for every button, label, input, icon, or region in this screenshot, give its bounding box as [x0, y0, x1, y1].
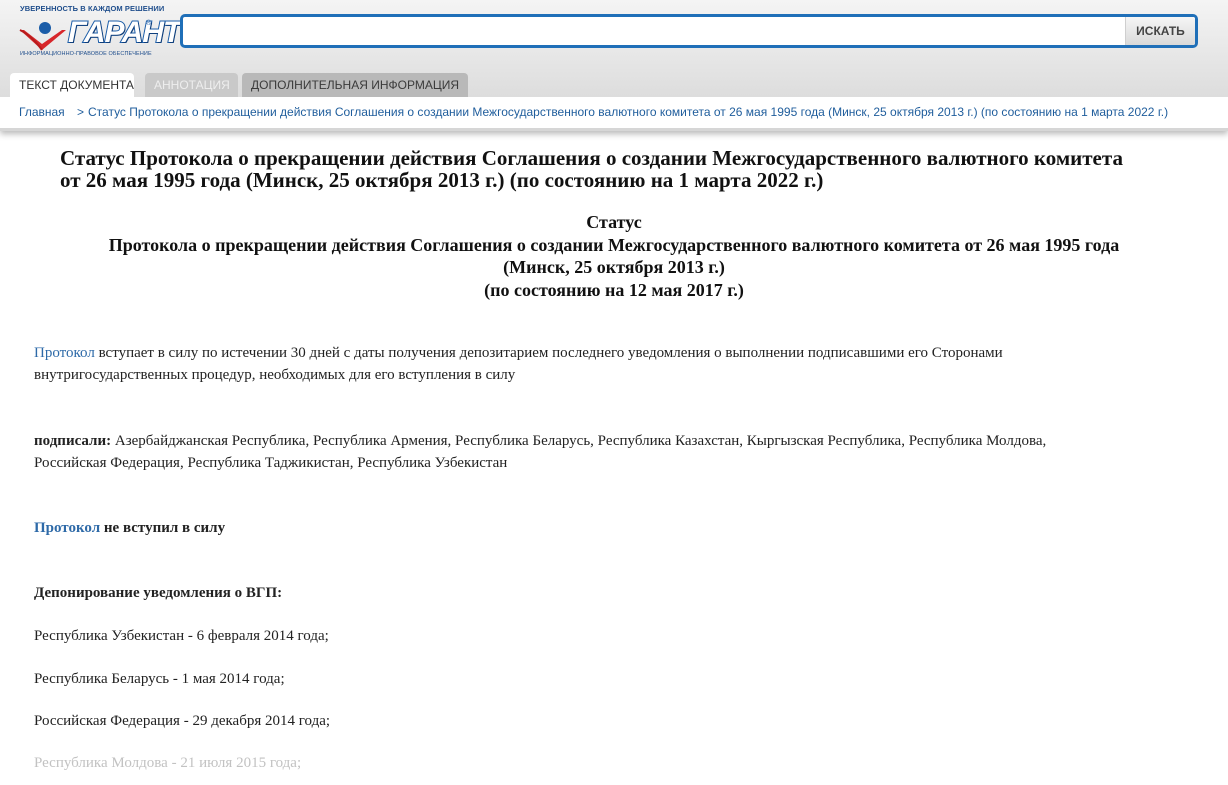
document-title-line: от 26 мая 1995 года (Минск, 25 октября 2… — [60, 168, 824, 192]
tab-document-text[interactable]: ТЕКСТ ДОКУМЕНТА — [10, 73, 134, 97]
deposit-item: Республика Молдова - 21 июля 2015 года; — [34, 755, 302, 771]
entry-into-force-text: внутригосударственных процедур, необходи… — [34, 367, 516, 383]
protocol-link[interactable]: Протокол — [34, 520, 100, 536]
logo-subtitle: ИНФОРМАЦИОННО-ПРАВОВОЕ ОБЕСПЕЧЕНИЕ — [20, 51, 152, 57]
deposit-item: Российская Федерация - 29 декабря 2014 г… — [34, 713, 331, 729]
document-heading-line: (по состоянию на 12 мая 2017 г.) — [484, 279, 744, 300]
document-heading: Статус Протокола о прекращении действия … — [0, 211, 1228, 301]
document-title-line: Статус Протокола о прекращении действия … — [60, 146, 1123, 170]
entry-into-force-paragraph: Протокол вступает в силу по истечении 30… — [34, 342, 1194, 386]
status-text: не вступил в силу — [100, 520, 226, 536]
search-bar: ИСКАТЬ — [180, 14, 1198, 48]
logo-wordmark: ГАРАНТ — [67, 15, 182, 50]
signatories-text: Российская Федерация, Республика Таджики… — [34, 455, 508, 471]
deposit-item: Республика Узбекистан - 6 февраля 2014 г… — [34, 628, 329, 644]
deposit-heading: Депонирование уведомления о ВГП: — [34, 585, 283, 601]
protocol-link[interactable]: Протокол — [34, 345, 95, 361]
document-content: Статус Протокола о прекращении действия … — [0, 131, 1228, 785]
entry-into-force-text: вступает в силу по истечении 30 дней с д… — [94, 345, 1003, 361]
signatories-text: Азербайджанская Республика, Республика А… — [111, 433, 1047, 449]
breadcrumb-current-link[interactable]: Статус Протокола о прекращении действия … — [88, 105, 1168, 119]
breadcrumb-home-link[interactable]: Главная — [19, 105, 65, 119]
document-heading-line: (Минск, 25 октября 2013 г.) — [503, 257, 725, 277]
status-paragraph: Протокол не вступил в силу — [34, 517, 1194, 539]
tab-annotation: АННОТАЦИЯ — [145, 73, 238, 97]
document-heading-line: Протокола о прекращении действия Соглаше… — [108, 234, 1120, 255]
site-header: УВЕРЕННОСТЬ В КАЖДОМ РЕШЕНИИ ГАРАНТ ® ИН… — [0, 0, 1228, 131]
search-input[interactable] — [183, 17, 1123, 45]
document-title: Статус Протокола о прекращении действия … — [60, 147, 1200, 191]
search-button[interactable]: ИСКАТЬ — [1125, 17, 1195, 45]
deposit-item: Республика Беларусь - 1 мая 2014 года; — [34, 671, 285, 687]
registered-mark-icon: ® — [146, 20, 152, 27]
signatories-paragraph: подписали: Азербайджанская Республика, Р… — [34, 430, 1194, 474]
document-heading-line: Статус — [586, 212, 642, 232]
signed-label: подписали: — [34, 433, 112, 449]
garant-logo[interactable]: УВЕРЕННОСТЬ В КАЖДОМ РЕШЕНИИ ГАРАНТ ® ИН… — [18, 4, 182, 60]
logo-emblem-icon — [19, 22, 66, 51]
breadcrumb-separator: > — [77, 105, 85, 119]
logo-tagline: УВЕРЕННОСТЬ В КАЖДОМ РЕШЕНИИ — [20, 4, 165, 13]
tab-additional-info[interactable]: ДОПОЛНИТЕЛЬНАЯ ИНФОРМАЦИЯ — [242, 73, 468, 97]
breadcrumb: Главная > Статус Протокола о прекращении… — [0, 97, 1228, 128]
